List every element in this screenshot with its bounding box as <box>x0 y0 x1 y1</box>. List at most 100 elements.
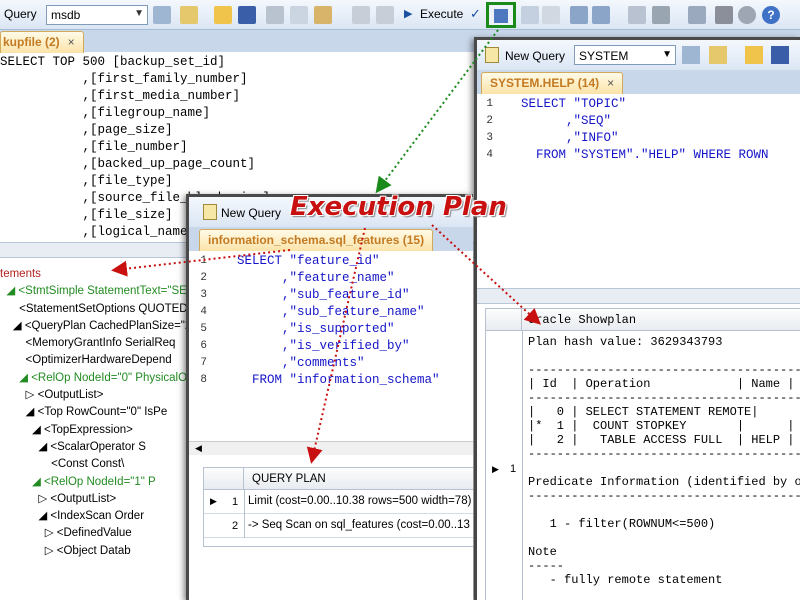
save-icon[interactable] <box>771 46 789 64</box>
result-grid: Oracle Showplan ▶ 1 Plan hash value: 362… <box>485 308 800 600</box>
query-menu-label[interactable]: Query <box>4 7 37 21</box>
indent-icon[interactable] <box>570 6 588 24</box>
column-header-query-plan[interactable]: QUERY PLAN <box>252 473 326 485</box>
gear-icon[interactable] <box>738 6 756 24</box>
options-icon[interactable] <box>688 6 706 24</box>
tab-system-help[interactable]: SYSTEM.HELP (14) × <box>481 72 624 94</box>
code-line: ,"feature_name" <box>237 271 395 285</box>
schema-select[interactable]: SYSTEM ▼ <box>574 45 676 65</box>
new-query-button[interactable]: New Query <box>221 206 281 220</box>
code-line: ,"INFO" <box>521 131 619 145</box>
database-select-value: msdb <box>51 8 81 22</box>
tree-node: tements <box>0 268 41 280</box>
tab-sql-features[interactable]: information_schema.sql_features (15) <box>199 229 434 251</box>
tools-icon[interactable] <box>715 6 733 24</box>
line-number: 1 <box>200 255 207 267</box>
database-select[interactable]: msdb ▼ <box>46 5 148 25</box>
tree-node: ◢ <IndexScan Order <box>0 510 145 523</box>
line-number: 6 <box>200 340 207 352</box>
xml-plan-tree[interactable]: tements ◢ <StmtSimple StatementText="SEL… <box>0 266 216 560</box>
execute-button[interactable]: Execute <box>420 7 463 21</box>
text-results-icon[interactable] <box>542 6 560 24</box>
tab-label: SYSTEM.HELP (14) <box>490 76 600 90</box>
tab-label: kupfile (2) <box>3 35 60 49</box>
line-number: 8 <box>200 374 207 386</box>
close-icon[interactable]: × <box>607 76 614 90</box>
tree-node: ◢ <RelOp NodeId="1" P <box>0 475 156 488</box>
connection-icon[interactable] <box>682 46 700 64</box>
help-icon[interactable]: ? <box>762 6 780 24</box>
copy-icon[interactable] <box>290 6 308 24</box>
outdent-icon[interactable] <box>592 6 610 24</box>
save-icon[interactable] <box>238 6 256 24</box>
refresh-icon[interactable] <box>180 6 198 24</box>
open-folder-icon[interactable] <box>745 46 763 64</box>
code-line: FROM "information_schema" <box>237 373 440 387</box>
code-line: ,"is_verified_by" <box>237 339 410 353</box>
tree-node: ▷ <OutputList> <box>0 389 104 402</box>
connection-icon[interactable] <box>153 6 171 24</box>
plan-line: | Id | Operation | Name | <box>528 377 795 391</box>
main-toolbar: Query msdb ▼ ▶ Execute ✓ ? <box>0 0 800 30</box>
plan-line: Note <box>528 545 557 559</box>
cut-icon[interactable] <box>266 6 284 24</box>
print-icon[interactable] <box>652 6 670 24</box>
horizontal-scrollbar[interactable]: ◀ <box>189 441 473 455</box>
line-numbers: 1 2 3 4 5 6 7 8 <box>191 253 207 389</box>
tree-node: ▷ <OutputList> <box>0 492 117 505</box>
line-number: 3 <box>200 289 207 301</box>
plan-line: ----- <box>528 559 565 573</box>
code-line: SELECT TOP 500 [backup_set_id] <box>0 55 226 69</box>
tab-label: information_schema.sql_features (15) <box>208 233 425 247</box>
row-number: 1 <box>232 496 239 508</box>
refresh-icon[interactable] <box>709 46 727 64</box>
code-line: SELECT "feature_id" <box>237 254 380 268</box>
new-query-icon <box>203 204 217 220</box>
redo-icon[interactable] <box>376 6 394 24</box>
plan-line <box>528 531 800 545</box>
plan-line: | 0 | SELECT STATEMENT REMOTE| | <box>528 405 800 419</box>
chevron-down-icon: ▼ <box>662 49 672 60</box>
open-folder-icon[interactable] <box>214 6 232 24</box>
new-query-button[interactable]: New Query <box>505 49 565 63</box>
close-icon[interactable]: × <box>68 35 75 49</box>
line-number: 2 <box>486 115 493 127</box>
undo-icon[interactable] <box>352 6 370 24</box>
execution-plan-button[interactable] <box>486 2 516 28</box>
row-separator <box>522 331 523 600</box>
duplicate-icon[interactable] <box>628 6 646 24</box>
sql-editor[interactable]: SELECT "feature_id" ,"feature_name" ,"su… <box>237 253 440 389</box>
tab-backupfile[interactable]: kupfile (2) × <box>0 31 84 53</box>
cell-query-plan: Limit (cost=0.00..10.38 rows=500 width=7… <box>248 495 472 507</box>
plan-line: - fully remote statement <box>528 573 723 587</box>
plan-line: ----------------------------------------… <box>528 363 800 377</box>
tree-node: ◢ <StmtSimple StatementText="SELECT <box>0 285 217 298</box>
line-number: 3 <box>486 132 493 144</box>
tree-node: ▷ <Object Datab <box>0 544 131 557</box>
row-indicator-icon: ▶ <box>492 464 499 474</box>
paste-icon[interactable] <box>314 6 332 24</box>
code-line: ,[first_media_number] <box>0 89 241 103</box>
schema-select-value: SYSTEM <box>579 49 629 63</box>
tree-node: <StatementSetOptions QUOTED_ <box>0 302 194 315</box>
plan-text[interactable]: Plan hash value: 3629343793 ------------… <box>528 335 800 587</box>
horizontal-splitter[interactable] <box>477 288 800 304</box>
result-grid: QUERY PLAN ▶ 1 Limit (cost=0.00..10.38 r… <box>203 467 473 547</box>
execute-icon[interactable]: ▶ <box>404 7 414 25</box>
plan-line: ----------------------------------------… <box>528 447 800 461</box>
code-line: FROM "SYSTEM"."HELP" WHERE ROWN <box>521 148 769 162</box>
line-number: 1 <box>486 98 493 110</box>
grid-results-icon[interactable] <box>521 6 539 24</box>
code-line: ,"is_supported" <box>237 322 395 336</box>
tree-node: <Const Const\ <box>0 458 125 471</box>
sql-editor[interactable]: SELECT "TOPIC" ,"SEQ" ,"INFO" FROM "SYST… <box>521 96 769 164</box>
column-header-oracle-showplan[interactable]: Oracle Showplan <box>528 313 636 327</box>
line-number: 4 <box>200 306 207 318</box>
plan-line: |* 1 | COUNT STOPKEY | | <box>528 419 795 433</box>
execution-plan-callout: Execution Plan <box>290 192 507 222</box>
code-line: ,[backed_up_page_count] <box>0 157 256 171</box>
cell-query-plan: -> Seq Scan on sql_features (cost=0.00..… <box>248 519 470 531</box>
scroll-left-icon[interactable]: ◀ <box>195 443 202 454</box>
plan-line: 1 - filter(ROWNUM<=500) <box>528 517 716 531</box>
tree-node: ▷ <DefinedValue <box>0 527 132 540</box>
